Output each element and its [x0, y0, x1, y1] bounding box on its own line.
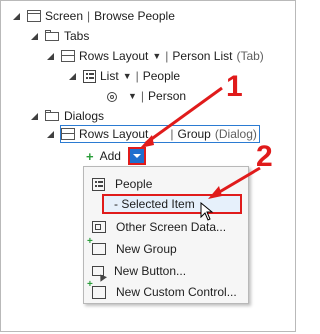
callout-arrows — [140, 86, 261, 199]
callout-number-one: 1 — [226, 70, 243, 103]
callout-number-two: 2 — [256, 140, 273, 173]
